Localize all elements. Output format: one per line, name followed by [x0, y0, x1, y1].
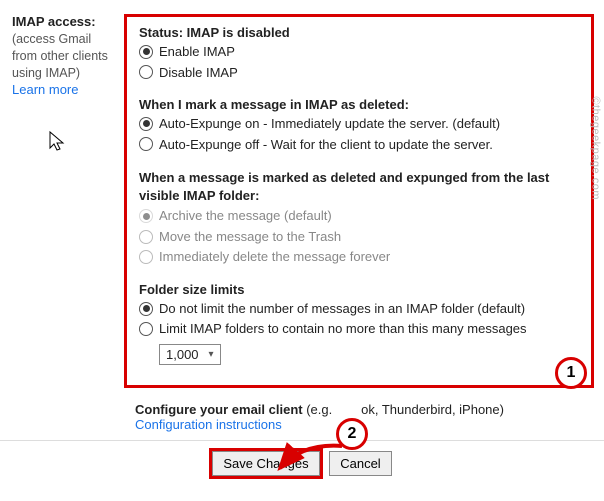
radio-label: Limit IMAP folders to contain no more th…: [159, 320, 527, 338]
radio-icon: [139, 65, 153, 79]
folder-limits-heading: Folder size limits: [139, 282, 581, 297]
configure-client-section: Configure your email client (e.g. ok, Th…: [135, 402, 604, 432]
radio-icon: [139, 45, 153, 59]
callout-2: 2: [336, 418, 368, 450]
watermark: ©thegeekpage.com: [590, 96, 602, 200]
radio-label: Enable IMAP: [159, 43, 235, 61]
imap-access-desc: (access Gmail from other clients using I…: [12, 31, 118, 82]
callout-1: 1: [555, 357, 587, 389]
configure-heading-post: ok, Thunderbird, iPhone): [361, 402, 504, 417]
save-changes-button[interactable]: Save Changes: [212, 451, 319, 476]
radio-icon: [139, 250, 153, 264]
select-value: 1,000: [166, 347, 199, 362]
imap-settings-panel: Status: IMAP is disabled Enable IMAP Dis…: [124, 14, 594, 388]
cursor-icon: [48, 130, 68, 152]
configure-heading-mid: (e.g.: [303, 402, 333, 417]
delete-forever-option[interactable]: Immediately delete the message forever: [139, 248, 581, 266]
disable-imap-option[interactable]: Disable IMAP: [139, 64, 581, 82]
radio-label: Archive the message (default): [159, 207, 332, 225]
radio-icon: [139, 230, 153, 244]
configure-heading-pre: Configure your email client: [135, 402, 303, 417]
status-heading: Status: IMAP is disabled: [139, 25, 581, 40]
auto-expunge-off-option[interactable]: Auto-Expunge off - Wait for the client t…: [139, 136, 581, 154]
radio-label: Auto-Expunge off - Wait for the client t…: [159, 136, 493, 154]
move-trash-option[interactable]: Move the message to the Trash: [139, 228, 581, 246]
radio-label: Move the message to the Trash: [159, 228, 341, 246]
radio-icon: [139, 322, 153, 336]
no-limit-option[interactable]: Do not limit the number of messages in a…: [139, 300, 581, 318]
radio-label: Immediately delete the message forever: [159, 248, 390, 266]
button-row: Save Changes Cancel: [0, 440, 604, 476]
cancel-button[interactable]: Cancel: [329, 451, 391, 476]
limit-select[interactable]: 1,000 ▾: [159, 344, 221, 365]
radio-icon: [139, 117, 153, 131]
radio-label: Disable IMAP: [159, 64, 238, 82]
chevron-down-icon: ▾: [209, 349, 214, 360]
archive-option[interactable]: Archive the message (default): [139, 207, 581, 225]
imap-access-title: IMAP access:: [12, 14, 118, 29]
radio-icon: [139, 302, 153, 316]
auto-expunge-on-option[interactable]: Auto-Expunge on - Immediately update the…: [139, 115, 581, 133]
configuration-instructions-link[interactable]: Configuration instructions: [135, 417, 282, 432]
learn-more-link[interactable]: Learn more: [12, 82, 78, 97]
mark-deleted-heading: When I mark a message in IMAP as deleted…: [139, 97, 581, 112]
radio-label: Auto-Expunge on - Immediately update the…: [159, 115, 500, 133]
enable-imap-option[interactable]: Enable IMAP: [139, 43, 581, 61]
expunged-heading: When a message is marked as deleted and …: [139, 169, 581, 204]
limit-option[interactable]: Limit IMAP folders to contain no more th…: [139, 320, 581, 338]
radio-icon: [139, 209, 153, 223]
radio-label: Do not limit the number of messages in a…: [159, 300, 525, 318]
radio-icon: [139, 137, 153, 151]
